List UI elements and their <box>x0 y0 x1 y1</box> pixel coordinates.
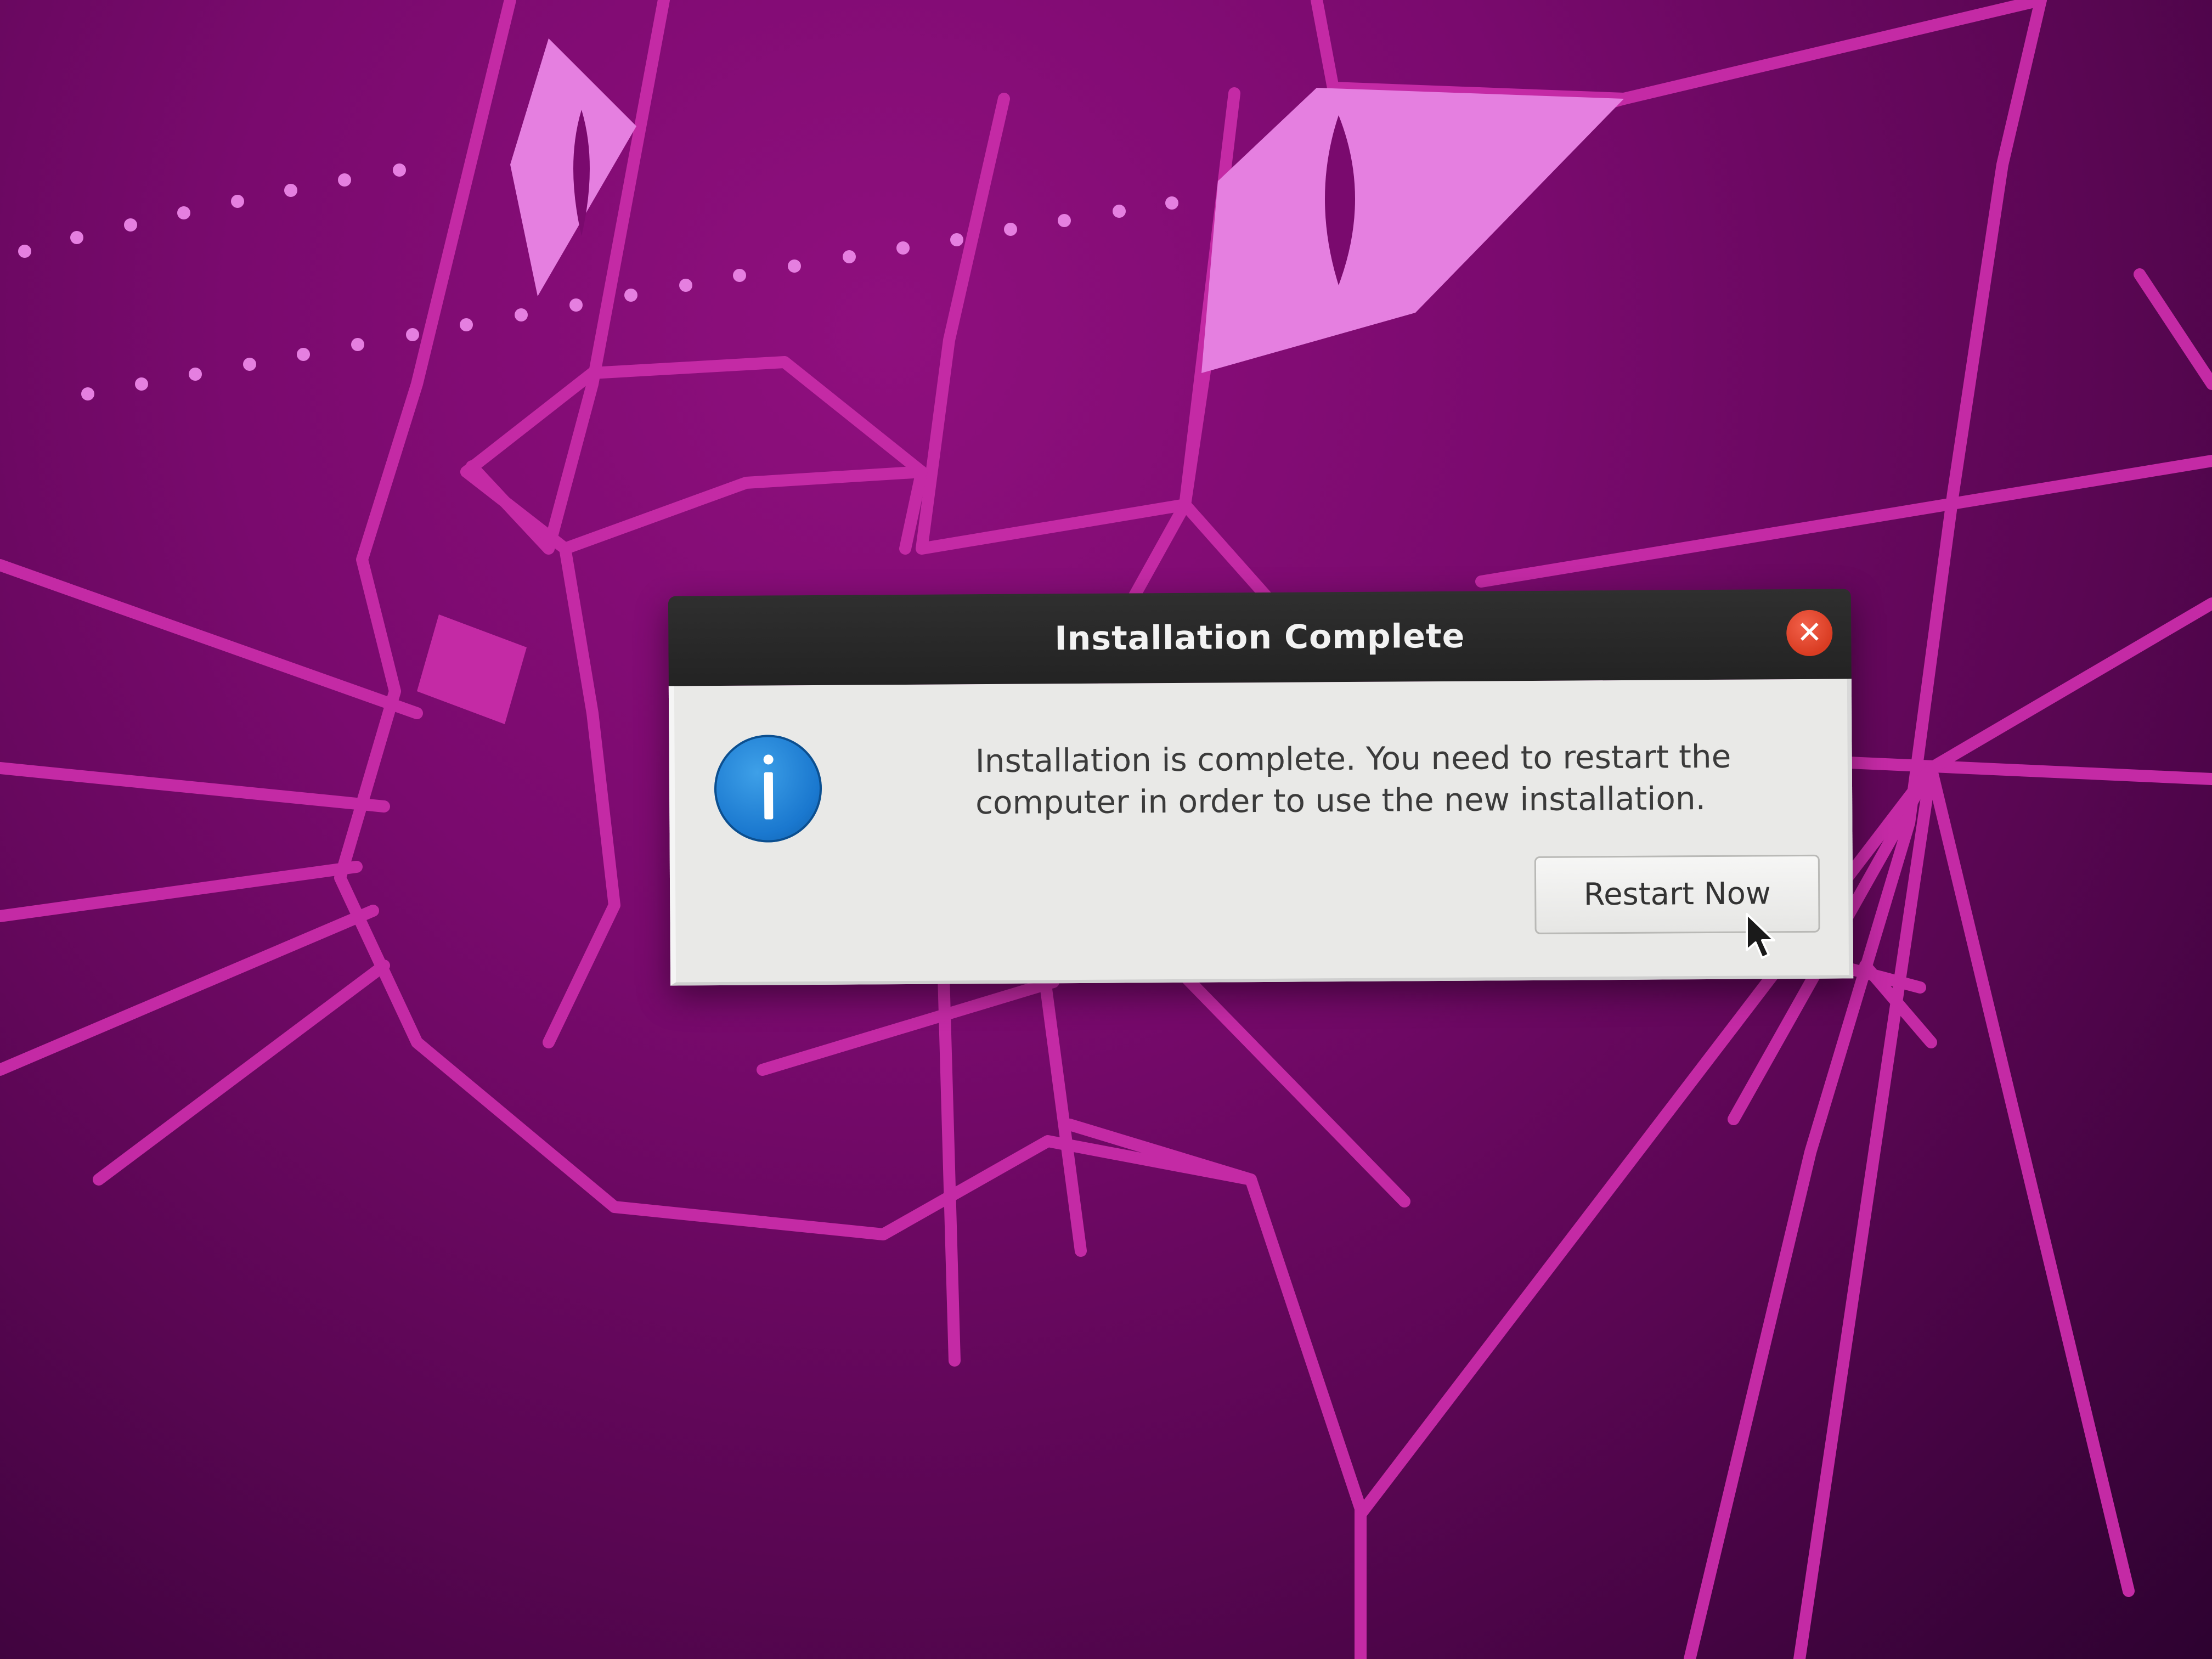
info-icon <box>714 734 822 843</box>
info-icon-bar <box>764 772 774 820</box>
desktop: Installation Complete ✕ Installation is … <box>0 0 2212 1659</box>
dialog-message: Installation is complete. You need to re… <box>975 737 1731 822</box>
dialog-title: Installation Complete <box>1054 617 1465 658</box>
dialog-body: Installation is complete. You need to re… <box>668 679 1854 986</box>
close-icon[interactable]: ✕ <box>1786 610 1833 657</box>
mouse-pointer-icon <box>1746 913 1775 959</box>
dialog-titlebar[interactable]: Installation Complete ✕ <box>668 589 1852 686</box>
installation-complete-dialog: Installation Complete ✕ Installation is … <box>668 589 1854 986</box>
info-icon-dot <box>763 754 774 765</box>
